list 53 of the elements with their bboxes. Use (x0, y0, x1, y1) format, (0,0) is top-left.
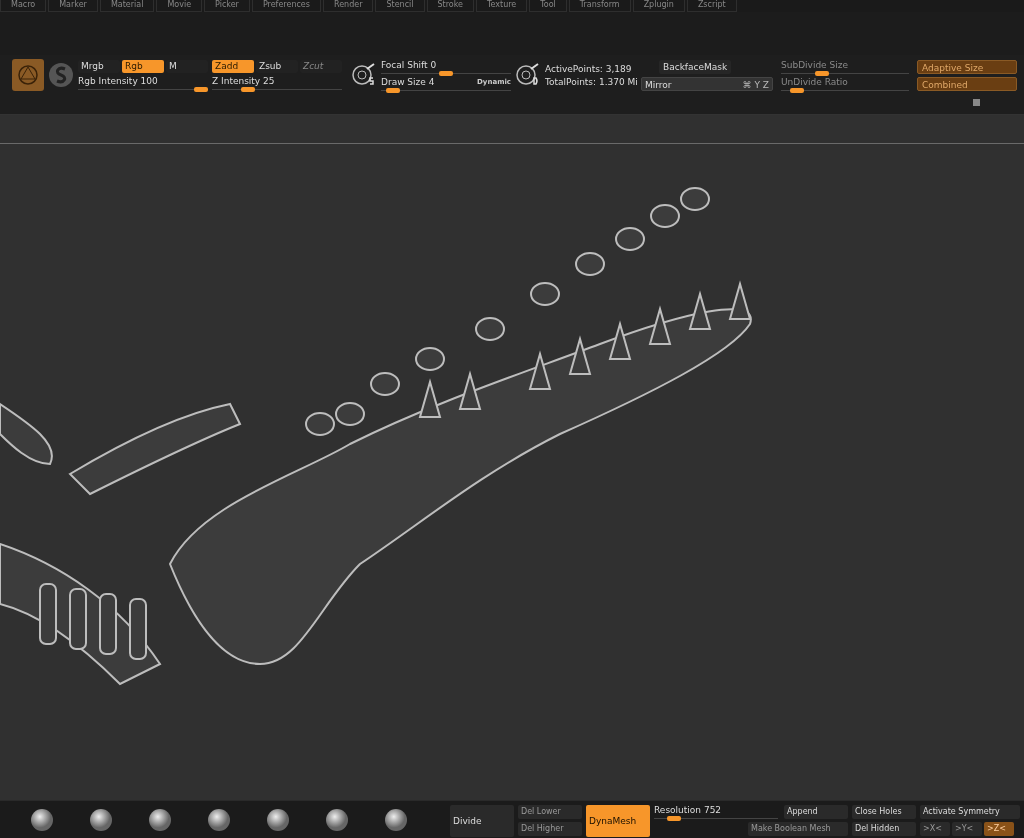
slider[interactable]: SubDivide Size (781, 59, 909, 74)
backface-mask-button[interactable]: BackfaceMask (659, 59, 732, 74)
brush-sphere-icon[interactable] (89, 807, 113, 832)
symmetry-axis-toggle[interactable]: >Y< (952, 822, 982, 836)
slider[interactable]: UnDivide Ratio (781, 76, 909, 91)
del-lower-button[interactable]: Del Lower (518, 805, 582, 819)
slider-label: Z Intensity 25 (212, 76, 275, 86)
symmetry-axis-toggle[interactable]: >X< (920, 822, 950, 836)
slider-label: SubDivide Size (781, 59, 848, 70)
total-points-text: TotalPoints: 1.370 Mi (545, 76, 637, 87)
slider-label: Focal Shift 0 (381, 59, 437, 70)
draw-target-icon[interactable] (515, 62, 541, 88)
option-button[interactable]: Combined (917, 76, 1017, 91)
del-hidden-button[interactable]: Del Hidden (852, 822, 916, 836)
del-higher-button[interactable]: Del Higher (518, 822, 582, 836)
divide-button[interactable]: Divide (450, 805, 514, 837)
color-mode-toggle[interactable]: Mrgb (78, 60, 120, 73)
brush-sphere-icon[interactable] (148, 807, 172, 832)
slider[interactable]: Z Intensity 25 (212, 76, 342, 90)
append-button[interactable]: Append (784, 805, 848, 819)
slider-thumb[interactable] (385, 87, 400, 93)
mirror-field[interactable]: Mirror ⌘ Y Z (641, 76, 773, 91)
make-boolean-mesh-button[interactable]: Make Boolean Mesh (748, 822, 848, 836)
slider-label: Draw Size 4 (381, 76, 435, 87)
color-mode-toggle[interactable]: M (166, 60, 208, 73)
slider[interactable]: Focal Shift 0 (381, 59, 511, 74)
brush-sphere-icon[interactable] (325, 807, 349, 832)
slider-label: UnDivide Ratio (781, 76, 848, 87)
brush-sphere-icon[interactable] (266, 807, 290, 832)
close-holes-button[interactable]: Close Holes (852, 805, 916, 819)
symmetry-axis-toggle[interactable]: >Z< (984, 822, 1014, 836)
slider-thumb[interactable] (667, 816, 682, 821)
slider-thumb[interactable] (815, 70, 830, 76)
brush-sphere-icon[interactable] (207, 807, 231, 832)
material-button[interactable] (12, 59, 44, 91)
slider-label: Rgb Intensity 100 (78, 76, 158, 86)
slider[interactable]: Rgb Intensity 100 (78, 76, 208, 90)
slider-thumb[interactable] (790, 87, 805, 93)
z-mode-toggle[interactable]: Zadd (212, 60, 254, 73)
slider-thumb[interactable] (241, 87, 255, 92)
brush-sphere-icon[interactable] (30, 807, 54, 832)
color-mode-toggle[interactable]: Rgb (122, 60, 164, 73)
brush-sphere-icon[interactable] (384, 807, 408, 832)
dynamesh-button[interactable]: DynaMesh (586, 805, 650, 837)
activate-symmetry-button[interactable]: Activate Symmetry (920, 805, 1020, 819)
slider-thumb[interactable] (194, 87, 208, 92)
active-points-text: ActivePoints: 3,189 (545, 63, 633, 74)
stroke-target-icon[interactable] (351, 62, 377, 88)
slider-thumb[interactable] (439, 70, 453, 76)
option-button[interactable]: Adaptive Size (917, 59, 1017, 74)
slider[interactable]: Resolution 752 (654, 805, 778, 819)
z-mode-toggle[interactable]: Zsub (256, 60, 298, 73)
slider-label: Resolution 752 (654, 805, 722, 815)
